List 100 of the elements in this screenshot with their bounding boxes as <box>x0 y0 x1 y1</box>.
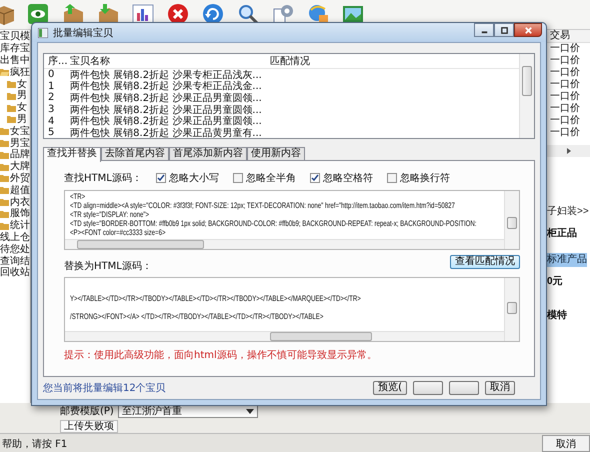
replace-input[interactable]: Y></TABLE></TD></TR></TBODY></TABLE></TD></TR></TBODY></TABLE></MARQUEE></TD></TR> /STRONG></FONT></A> </TD></TR></TBODY></TABLE></TD></TR></TBODY></TABLE> <box>64 277 520 342</box>
table-cell-text: 0 <box>47 69 56 80</box>
tree-item[interactable]: 待您处 <box>0 244 30 255</box>
scroll-arrow-icon[interactable] <box>566 148 570 154</box>
checkbox-label: 忽略空格符 <box>322 172 373 185</box>
tree-item[interactable]: 外贸 <box>10 172 30 184</box>
column-header[interactable]: 交易 <box>547 30 590 43</box>
table-cell-text: 两件包快 展销8.2折起 沙果正品男童圆领... <box>70 114 263 128</box>
column-header[interactable]: 宝贝名称 <box>70 54 270 68</box>
image-icon[interactable] <box>342 3 364 25</box>
field-text: 子妇装>> <box>547 205 589 219</box>
table-cell-text: 一口价 <box>549 91 581 103</box>
tree-item[interactable]: 统计 <box>10 220 30 232</box>
tree-item[interactable]: 宝贝模 <box>0 31 30 42</box>
scrollbar[interactable] <box>65 331 504 341</box>
tree-item[interactable]: 出售中 <box>0 54 30 66</box>
chart-icon[interactable] <box>132 3 154 25</box>
field-text: 模特 <box>547 309 567 323</box>
table-cell-text: 一口价 <box>549 55 581 67</box>
checkbox-label: 忽略全半角 <box>246 172 296 185</box>
scrollbar[interactable] <box>504 191 519 249</box>
tree-item[interactable]: 回收站 <box>0 267 30 278</box>
table-cell-text: 两件包快 展销8.2折起 沙果专柜正品浅灰... <box>70 68 263 81</box>
table-cell-text: 1 <box>47 80 56 92</box>
search-icon[interactable] <box>237 3 259 25</box>
tree-item[interactable]: 女 <box>17 78 27 90</box>
table-cell-text: 两件包快 展销8.2折起 沙果专柜正品浅金... <box>70 80 263 92</box>
footer-text: 您当前将批量编辑12个宝贝 <box>43 382 166 395</box>
cancel-button[interactable]: 取消 <box>542 435 590 452</box>
find-label: 查找HTML源码： <box>64 172 142 185</box>
close-icon <box>524 26 532 34</box>
table-cell-text: 一口价 <box>549 103 581 115</box>
table-cell-text: 一口价 <box>549 79 581 91</box>
tab[interactable]: 查找并替换 <box>43 147 101 162</box>
code-line: <TR style="DISPLAY: none"> <box>70 210 150 219</box>
close-button[interactable] <box>514 23 542 37</box>
code-line: <TR> <box>70 192 86 201</box>
minimize-button[interactable] <box>474 23 494 37</box>
tree-item[interactable]: 内衣 <box>10 196 30 208</box>
code-line: Y></TABLE></TD></TR></TBODY></TABLE></TD></TR></TBODY></TABLE></MARQUEE></TD></TR> <box>70 293 361 305</box>
field-text: 柜正品 <box>547 227 577 241</box>
caret-icon <box>246 408 254 414</box>
dialog-button[interactable] <box>449 381 479 395</box>
code-line: /STRONG></FONT></A> </TD></TR></TBODY></TABLE></TD></TR></TBODY></TABLE> <box>70 311 324 323</box>
tab[interactable]: 去除首尾内容 <box>101 147 169 160</box>
tab[interactable]: 首尾添加新内容 <box>169 147 247 160</box>
checkbox[interactable] <box>156 173 166 183</box>
status-text: 帮助，请按 F1 <box>1 438 68 450</box>
table-cell-text: 一口价 <box>549 43 581 55</box>
replace-label: 替换为HTML源码： <box>64 260 152 273</box>
tree-item[interactable]: 女 <box>17 102 27 114</box>
tree-item[interactable]: 线上仓 <box>0 232 30 243</box>
tree-item[interactable]: 男 <box>17 114 27 125</box>
scrollbar[interactable] <box>65 239 504 249</box>
app-icon <box>38 28 48 38</box>
maximize-icon <box>500 26 508 34</box>
find-input[interactable] <box>64 190 520 250</box>
field-text: 标准产品 <box>547 253 587 267</box>
checkbox-label: 忽略换行符 <box>400 172 450 185</box>
tree-item[interactable]: 查询结 <box>0 256 30 267</box>
table-cell-text: 两件包快 展销8.2折起 沙果正品男童圆领... <box>70 92 263 104</box>
tree-item[interactable]: 库存宝 <box>0 43 30 54</box>
column-header[interactable]: 匹配情况 <box>270 54 310 68</box>
window-title: 批量编辑宝贝 <box>53 26 113 40</box>
table-cell-text: 一口价 <box>549 127 581 139</box>
tab[interactable]: 使用新内容 <box>247 147 305 160</box>
code-line: <P><FONT color=#cc3333 size=6> <box>70 228 166 237</box>
eye-icon[interactable] <box>27 3 49 25</box>
checkbox[interactable] <box>232 173 243 183</box>
checkbox[interactable] <box>310 173 320 183</box>
maximize-button[interactable] <box>494 23 514 37</box>
dialog-button[interactable]: 预览( <box>373 381 407 395</box>
table-cell-text: 两件包快 展销8.2折起 沙果正品男童圆领... <box>70 104 263 116</box>
scrollbar[interactable] <box>504 278 519 341</box>
code-line: <TD style="BORDER-BOTTOM: #ffb0b9 1px solid; BACKGROUND-COLOR: #ffb0b9; BACKGROUND-REPEAT: repeat-x; BACKGROUND-POSITION: <box>70 219 476 228</box>
tree-item[interactable]: 女宝 <box>10 126 30 137</box>
tree-item[interactable]: 品牌 <box>10 149 30 160</box>
tree-item[interactable]: 服饰 <box>10 208 30 220</box>
tree-item[interactable]: 男 <box>17 90 27 102</box>
scrollbar[interactable] <box>519 54 534 138</box>
column-header[interactable]: 序... <box>44 54 70 68</box>
dialog-button[interactable]: 取消 <box>485 381 515 395</box>
warning-text: 提示：使用此高级功能，面向html源码，操作不慎可能导致显示异常。 <box>64 348 378 362</box>
tree-item[interactable]: 男宝 <box>10 138 30 149</box>
failed-items-tab[interactable]: 上传失败项 <box>60 420 118 432</box>
postage-label: 邮费模版(P) <box>60 405 114 418</box>
table-cell-text: 两件包快 展销8.2折起 沙果正品黄男童有... <box>70 126 263 138</box>
checkbox[interactable] <box>386 173 397 183</box>
table-cell-text: 4 <box>47 116 56 127</box>
match-button[interactable]: 查看匹配情况 <box>450 255 520 269</box>
table-cell-text: 一口价 <box>549 67 581 79</box>
box-icon[interactable] <box>0 3 14 25</box>
tree-item[interactable]: 疯狂 <box>10 66 30 78</box>
tree-item[interactable]: 大牌 <box>10 161 30 172</box>
table-cell-text: 3 <box>47 104 56 116</box>
dialog-button[interactable] <box>413 381 443 395</box>
field-text: 0元 <box>547 275 563 289</box>
table-cell-text: 2 <box>47 92 56 104</box>
tree-item[interactable]: 超值 <box>10 184 30 196</box>
checkbox-label: 忽略大小写 <box>168 172 219 185</box>
